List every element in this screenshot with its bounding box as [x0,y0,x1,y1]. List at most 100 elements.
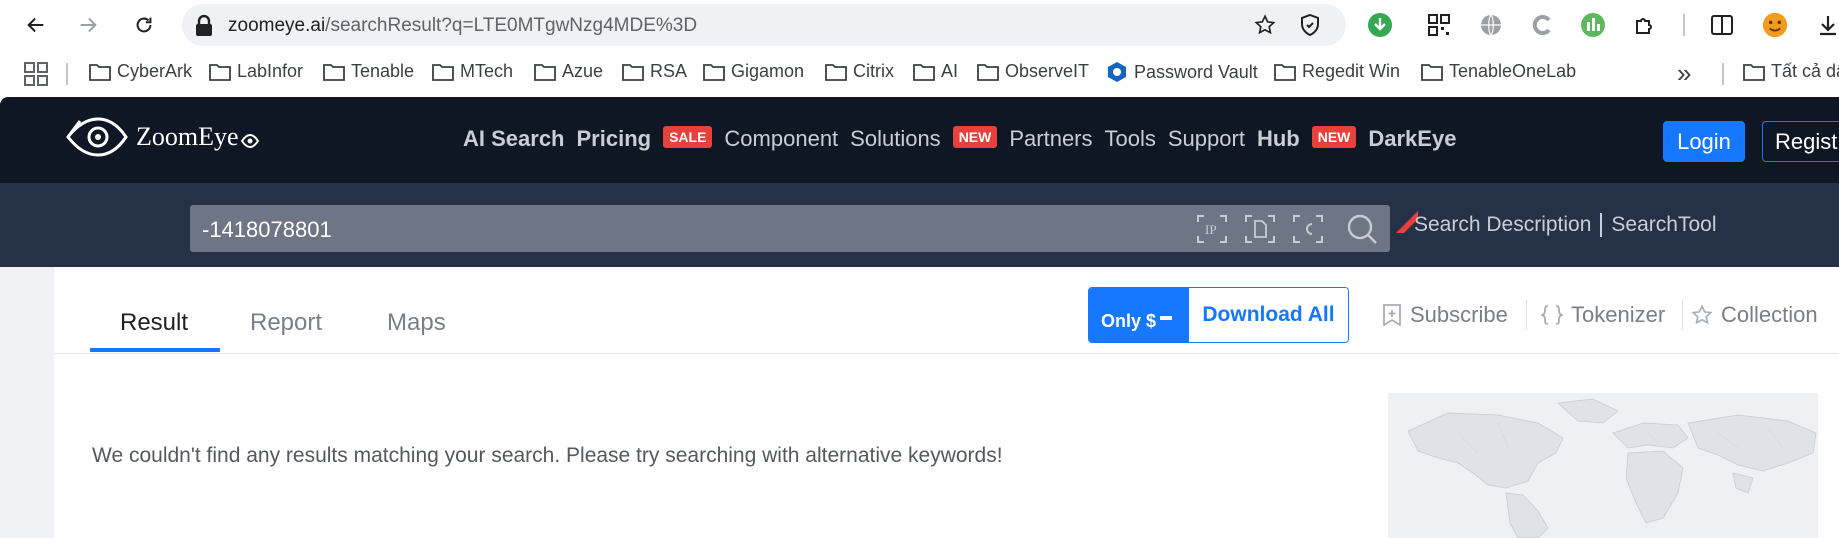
bookmark-add-icon [1383,304,1401,326]
collection-label: Collection [1721,302,1818,327]
bookmark-citrix[interactable]: Citrix [825,61,894,82]
address-bar[interactable]: zoomeye.ai/searchResult?q=LTE0MTgwNzg4MD… [182,4,1346,46]
reload-button[interactable] [128,9,160,41]
nav-support[interactable]: Support [1168,126,1245,152]
sale-badge: SALE [663,126,713,148]
bookmark-observeit[interactable]: ObserveIT [977,61,1089,82]
folder-icon [89,63,111,81]
downloads-button[interactable] [1815,12,1839,38]
nav-component[interactable]: Component [724,126,838,152]
url-text: zoomeye.ai/searchResult?q=LTE0MTgwNzg4MD… [228,15,698,36]
main-nav: AI Search Pricing SALE Component Solutio… [463,126,1468,152]
side-panel-button[interactable] [1709,12,1735,38]
star-icon [1691,304,1713,325]
file-search-icon[interactable] [1244,213,1276,245]
bookmarks-separator [66,63,68,85]
bookmarks-separator [1722,63,1724,85]
zoomeye-logo[interactable]: ZoomEye [66,117,259,157]
download-all-button[interactable]: Download All [1189,288,1348,342]
bookmark-password-vault[interactable]: Password Vault [1106,61,1258,83]
back-arrow-icon [27,17,44,33]
toolbar-separator [1683,14,1685,36]
apps-grid-icon[interactable] [24,62,48,86]
bookmark-mtech[interactable]: MTech [432,61,513,82]
bookmark-azue[interactable]: Azue [534,61,603,82]
svg-text:IP: IP [1205,222,1217,237]
tab-report[interactable]: Report [250,309,322,337]
price-button[interactable]: Only $ [1089,288,1189,342]
world-map[interactable] [1388,393,1818,538]
globe-extension[interactable] [1478,12,1504,38]
bookmark-label: LabInfor [237,61,304,81]
password-vault-icon [1108,62,1126,82]
site-header: ZoomEye AI Search Pricing SALE Component… [0,97,1839,183]
subscribe-button[interactable]: Subscribe [1382,302,1508,328]
active-tab-indicator [90,348,220,352]
nav-pricing[interactable]: Pricing [577,126,652,152]
nav-hub[interactable]: Hub [1257,126,1300,152]
search-description-link[interactable]: Search Description [1414,213,1591,237]
bookmark-tenable[interactable]: Tenable [323,61,414,82]
search-input[interactable]: -1418078801 IP [190,205,1390,252]
eye-logo-icon [66,117,128,157]
bookmark-label: CyberArk [117,61,193,81]
folder-icon [1421,63,1443,81]
globe-icon [1481,14,1501,36]
bookmark-label: Tenable [351,61,415,81]
forward-button[interactable] [72,9,104,41]
other-bookmarks[interactable]: Tất cả dấ [1743,61,1839,82]
qr-code-icon [1428,14,1450,36]
tab-maps[interactable]: Maps [387,309,446,337]
bookmark-ai[interactable]: AI [913,61,958,82]
folder-icon [1743,63,1765,81]
bookmark-tenableonelab[interactable]: TenableOneLab [1421,61,1576,82]
download-group: Only $ Download All [1088,287,1349,343]
login-button[interactable]: Login [1663,121,1745,162]
nav-ai-search[interactable]: AI Search [463,126,565,152]
left-gutter [0,267,54,538]
download-extension[interactable] [1367,12,1393,38]
nav-tools[interactable]: Tools [1105,126,1156,152]
back-button[interactable] [20,9,52,41]
c-extension[interactable] [1530,12,1556,38]
extensions-menu[interactable] [1632,12,1658,38]
nav-solutions[interactable]: Solutions [850,126,941,152]
bookmark-label: Citrix [853,61,894,81]
logo-text: ZoomEye [136,122,239,151]
avatar-icon [1762,12,1788,38]
register-button[interactable]: Regist [1762,121,1839,162]
search-tool-link[interactable]: SearchTool [1611,213,1716,237]
shield-extension-icon[interactable] [1298,13,1322,37]
no-results-message: We couldn't find any results matching yo… [92,444,1003,467]
bookmarks-overflow-button[interactable]: » [1677,58,1691,89]
search-query-text: -1418078801 [202,217,332,242]
chart-extension[interactable] [1580,12,1606,38]
folder-icon [1274,63,1296,81]
cert-search-icon[interactable] [1292,213,1324,245]
folder-icon [703,63,725,81]
collection-button[interactable]: Collection [1691,302,1818,328]
nav-partners[interactable]: Partners [1009,126,1092,152]
search-icon[interactable] [1346,213,1378,245]
profile-avatar[interactable] [1762,12,1788,38]
bookmark-gigamon[interactable]: Gigamon [703,61,804,82]
nav-darkeye[interactable]: DarkEye [1368,126,1456,152]
new-badge: NEW [1311,126,1357,148]
green-download-icon [1368,13,1392,37]
bookmark-labinfor[interactable]: LabInfor [209,61,303,82]
tokenizer-label: Tokenizer [1571,302,1666,327]
bookmark-cyberark[interactable]: CyberArk [89,61,192,82]
subscribe-label: Subscribe [1410,302,1508,327]
bookmark-star-icon[interactable] [1254,14,1276,36]
action-separator [1526,300,1527,330]
bookmark-regedit-win[interactable]: Regedit Win [1274,61,1400,82]
ip-search-icon[interactable]: IP [1196,213,1228,245]
qr-extension[interactable] [1426,12,1452,38]
new-badge: NEW [952,126,998,148]
bookmark-rsa[interactable]: RSA [622,61,687,82]
tokenizer-button[interactable]: Tokenizer [1541,302,1665,328]
bookmark-label: TenableOneLab [1449,61,1577,81]
link-divider [1600,213,1603,237]
bookmark-label: Tất cả dấ [1771,61,1839,81]
tab-result[interactable]: Result [120,309,188,337]
